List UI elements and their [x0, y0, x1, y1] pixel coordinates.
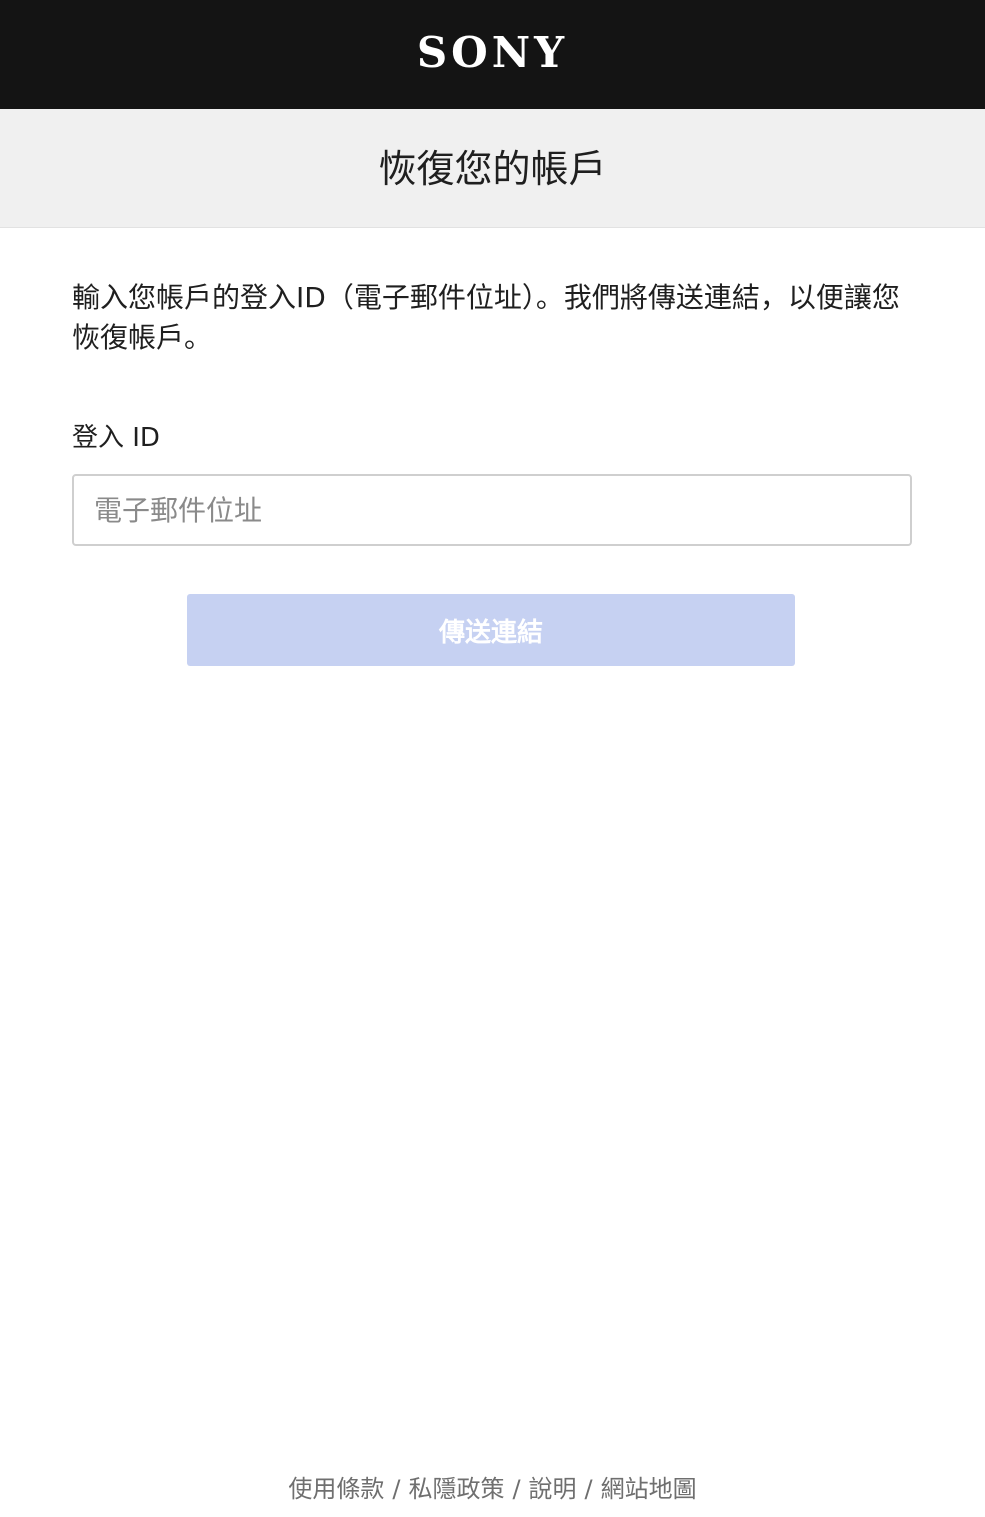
footer-separator: /	[392, 1475, 401, 1503]
help-link[interactable]: 說明	[529, 1475, 577, 1503]
footer-separator: /	[584, 1475, 593, 1503]
terms-of-use-link[interactable]: 使用條款	[288, 1475, 384, 1503]
footer-links: 使用條款 / 私隱政策 / 說明 / 網站地圖	[0, 1472, 985, 1506]
sony-logo: SONY	[416, 28, 569, 77]
email-input[interactable]	[72, 474, 912, 546]
site-map-link[interactable]: 網站地圖	[601, 1475, 697, 1503]
top-bar: SONY	[0, 0, 985, 109]
title-band: 恢復您的帳戶	[0, 109, 985, 228]
footer-separator: /	[512, 1475, 521, 1503]
instructions-text: 輸入您帳戶的登入ID（電子郵件位址）。我們將傳送連結，以便讓您恢復帳戶。	[72, 281, 900, 354]
send-link-button[interactable]: 傳送連結	[187, 594, 795, 666]
login-id-label: 登入 ID	[72, 423, 160, 453]
page: SONY 恢復您的帳戶 輸入您帳戶的登入ID（電子郵件位址）。我們將傳送連結，以…	[0, 0, 985, 1517]
privacy-policy-link[interactable]: 私隱政策	[408, 1475, 504, 1503]
page-title: 恢復您的帳戶	[378, 147, 607, 191]
